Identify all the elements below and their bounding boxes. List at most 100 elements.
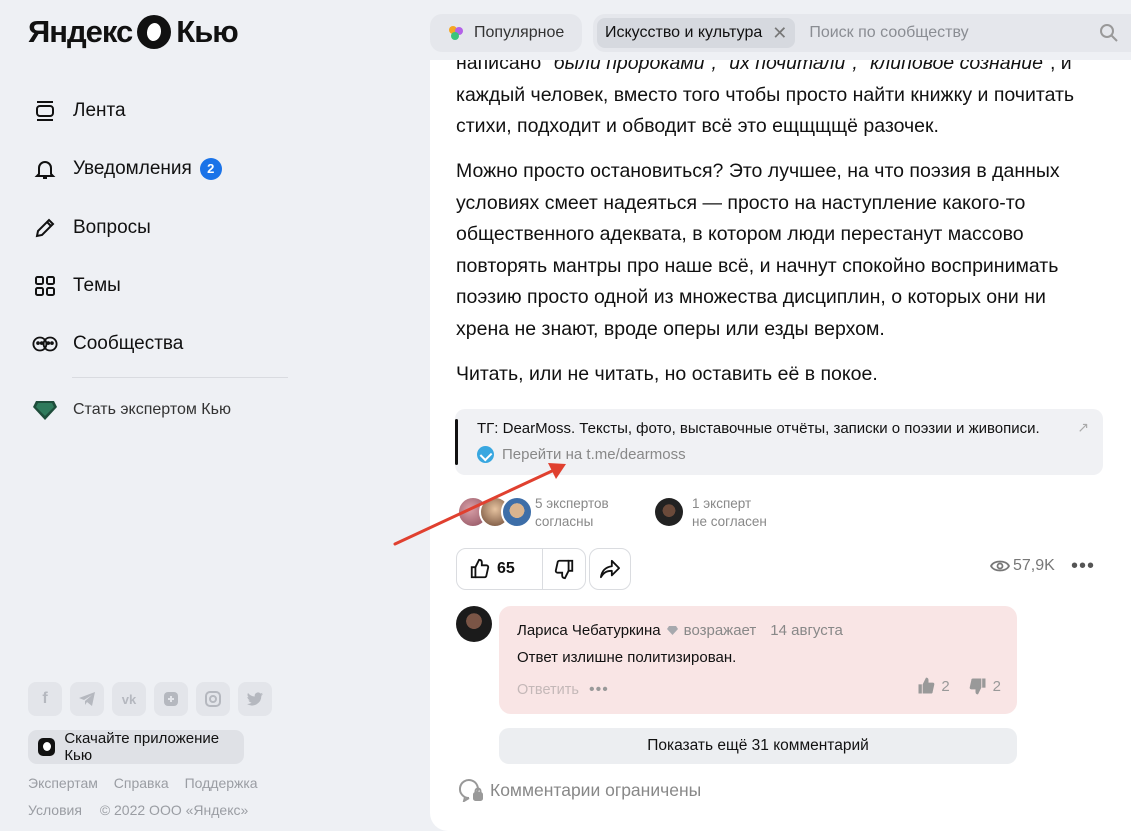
become-expert-label: Стать экспертом Кью — [73, 401, 231, 418]
like-button[interactable]: 65 — [457, 558, 542, 580]
agree-count[interactable]: 5 экспертов согласны — [535, 495, 609, 531]
telegram-link[interactable]: Перейти на t.me/dearmoss — [477, 446, 686, 463]
popular-label: Популярное — [474, 24, 565, 41]
telegram-icon[interactable] — [70, 682, 104, 716]
copyright-text: © 2022 ООО «Яндекс» — [99, 802, 249, 818]
agree-experts-avatars[interactable] — [457, 496, 533, 528]
footer-legal: Условия © 2022 ООО «Яндекс» — [28, 802, 262, 818]
views-counter: 57,9K — [990, 557, 1055, 575]
popular-button[interactable]: Популярное — [430, 14, 582, 52]
answer-text: написано — [456, 60, 547, 74]
share-icon — [600, 559, 620, 579]
download-app-label: Скачайте приложение Кью — [64, 730, 220, 764]
sidebar-item-label: Сообщества — [73, 333, 184, 354]
sidebar-divider — [72, 377, 288, 378]
show-more-comments-button[interactable]: Показать ещё 31 комментарий — [499, 728, 1017, 764]
community-icon — [32, 331, 58, 357]
sidebar-item-label: Вопросы — [73, 217, 151, 238]
more-options-icon[interactable]: ••• — [1071, 555, 1095, 578]
comment-card: Лариса Чебатуркина возражает 14 августа … — [499, 606, 1017, 714]
pencil-icon — [32, 215, 58, 241]
facebook-icon[interactable]: f — [28, 682, 62, 716]
telegram-link-label: Перейти на t.me/dearmoss — [502, 446, 686, 463]
avatar[interactable] — [456, 606, 492, 642]
logo-text-right: Кью — [176, 14, 238, 49]
social-links: f vk — [28, 682, 272, 716]
dislike-button[interactable] — [543, 558, 585, 580]
instagram-icon[interactable] — [196, 682, 230, 716]
disagree-label: не согласен — [692, 514, 767, 529]
comment-locked-icon — [458, 779, 483, 802]
comment-header: Лариса Чебатуркина возражает 14 августа — [517, 622, 843, 639]
yandex-q-logo[interactable]: Яндекс Кью — [28, 14, 239, 50]
sidebar-item-communities[interactable]: Сообщества — [32, 331, 183, 357]
comment-dislike-count: 2 — [992, 677, 1001, 695]
more-options-icon[interactable]: ••• — [589, 681, 609, 699]
answer-paragraph: Можно просто остановиться? Это лучшее, н… — [456, 160, 1060, 340]
close-icon[interactable]: ✕ — [772, 23, 787, 44]
community-search: Искусство и культура ✕ — [593, 14, 1131, 52]
like-count: 65 — [497, 560, 515, 577]
quote-bar — [455, 419, 458, 465]
q-logo-icon — [137, 15, 172, 49]
become-expert-link[interactable]: Стать экспертом Кью — [32, 399, 231, 421]
avatar — [501, 496, 533, 528]
diamond-icon — [32, 399, 58, 421]
answer-quote-text: "были пророками", "их почитали", "клипов… — [546, 60, 1050, 74]
comments-limited-label: Комментарии ограничены — [490, 779, 702, 800]
sidebar-item-feed[interactable]: Лента — [32, 98, 126, 124]
search-input[interactable] — [807, 23, 1102, 43]
thumbs-up-icon[interactable] — [916, 676, 936, 696]
community-chip-label: Искусство и культура — [605, 24, 763, 41]
download-app-button[interactable]: Скачайте приложение Кью — [28, 730, 244, 764]
disagree-count[interactable]: 1 эксперт не согласен — [692, 495, 767, 531]
disagree-count-text: 1 эксперт — [692, 496, 752, 511]
comment-like-count: 2 — [941, 677, 950, 695]
telegram-promo-title: ТГ: DearMoss. Тексты, фото, выставочные … — [477, 420, 1040, 437]
odnoklassniki-icon[interactable] — [154, 682, 188, 716]
footer-link-support[interactable]: Поддержка — [185, 775, 258, 791]
community-chip[interactable]: Искусство и культура ✕ — [597, 18, 796, 48]
views-count: 57,9K — [1013, 557, 1055, 574]
thumbs-down-icon — [554, 559, 574, 580]
footer-links: Экспертам Справка Поддержка — [28, 775, 270, 791]
comment-actions: Ответить ••• — [517, 681, 609, 699]
eye-icon — [990, 560, 1010, 572]
answer-paragraph: написано "были пророками", "их почитали"… — [456, 60, 1096, 143]
footer-link-terms[interactable]: Условия — [28, 802, 82, 818]
external-link-icon[interactable]: ↗ — [1077, 419, 1089, 436]
comment-role: возражает — [683, 622, 757, 639]
sidebar-item-label: Уведомления — [73, 158, 192, 179]
thumbs-up-icon — [470, 558, 490, 579]
sidebar-item-label: Лента — [73, 100, 126, 121]
avatar[interactable] — [655, 498, 683, 526]
sidebar-item-label: Темы — [73, 275, 121, 296]
logo-text-left: Яндекс — [28, 14, 133, 49]
thumbs-down-icon[interactable] — [968, 676, 988, 696]
vote-group: 65 — [456, 548, 586, 590]
comment-text: Ответ излишне политизирован. — [517, 649, 737, 666]
footer-link-experts[interactable]: Экспертам — [28, 775, 98, 791]
agree-label: согласны — [535, 514, 594, 529]
agree-count-text: 5 экспертов — [535, 496, 609, 511]
answer-paragraph: Читать, или не читать, но оставить её в … — [456, 363, 878, 385]
feed-icon — [32, 98, 58, 124]
header: Яндекс Кью Популярное Искусство и культу… — [0, 0, 1131, 68]
comment-author[interactable]: Лариса Чебатуркина — [517, 622, 661, 639]
twitter-icon[interactable] — [238, 682, 272, 716]
grid-icon — [32, 273, 58, 299]
vk-icon[interactable]: vk — [112, 682, 146, 716]
notifications-badge: 2 — [199, 158, 222, 180]
reply-button[interactable]: Ответить — [517, 682, 579, 698]
comment-date: 14 августа — [770, 622, 843, 639]
expert-diamond-icon — [666, 626, 678, 635]
sidebar-item-questions[interactable]: Вопросы — [32, 215, 151, 241]
search-icon[interactable] — [1099, 23, 1119, 43]
sidebar-item-topics[interactable]: Темы — [32, 273, 121, 299]
telegram-promo-box[interactable]: ТГ: DearMoss. Тексты, фото, выставочные … — [455, 409, 1103, 475]
share-button[interactable] — [589, 548, 631, 590]
q-app-icon — [38, 738, 56, 756]
footer-link-help[interactable]: Справка — [114, 775, 169, 791]
answer-card: написано "были пророками", "их почитали"… — [430, 60, 1131, 831]
sidebar-item-notifications[interactable]: Уведомления 2 — [32, 156, 222, 182]
